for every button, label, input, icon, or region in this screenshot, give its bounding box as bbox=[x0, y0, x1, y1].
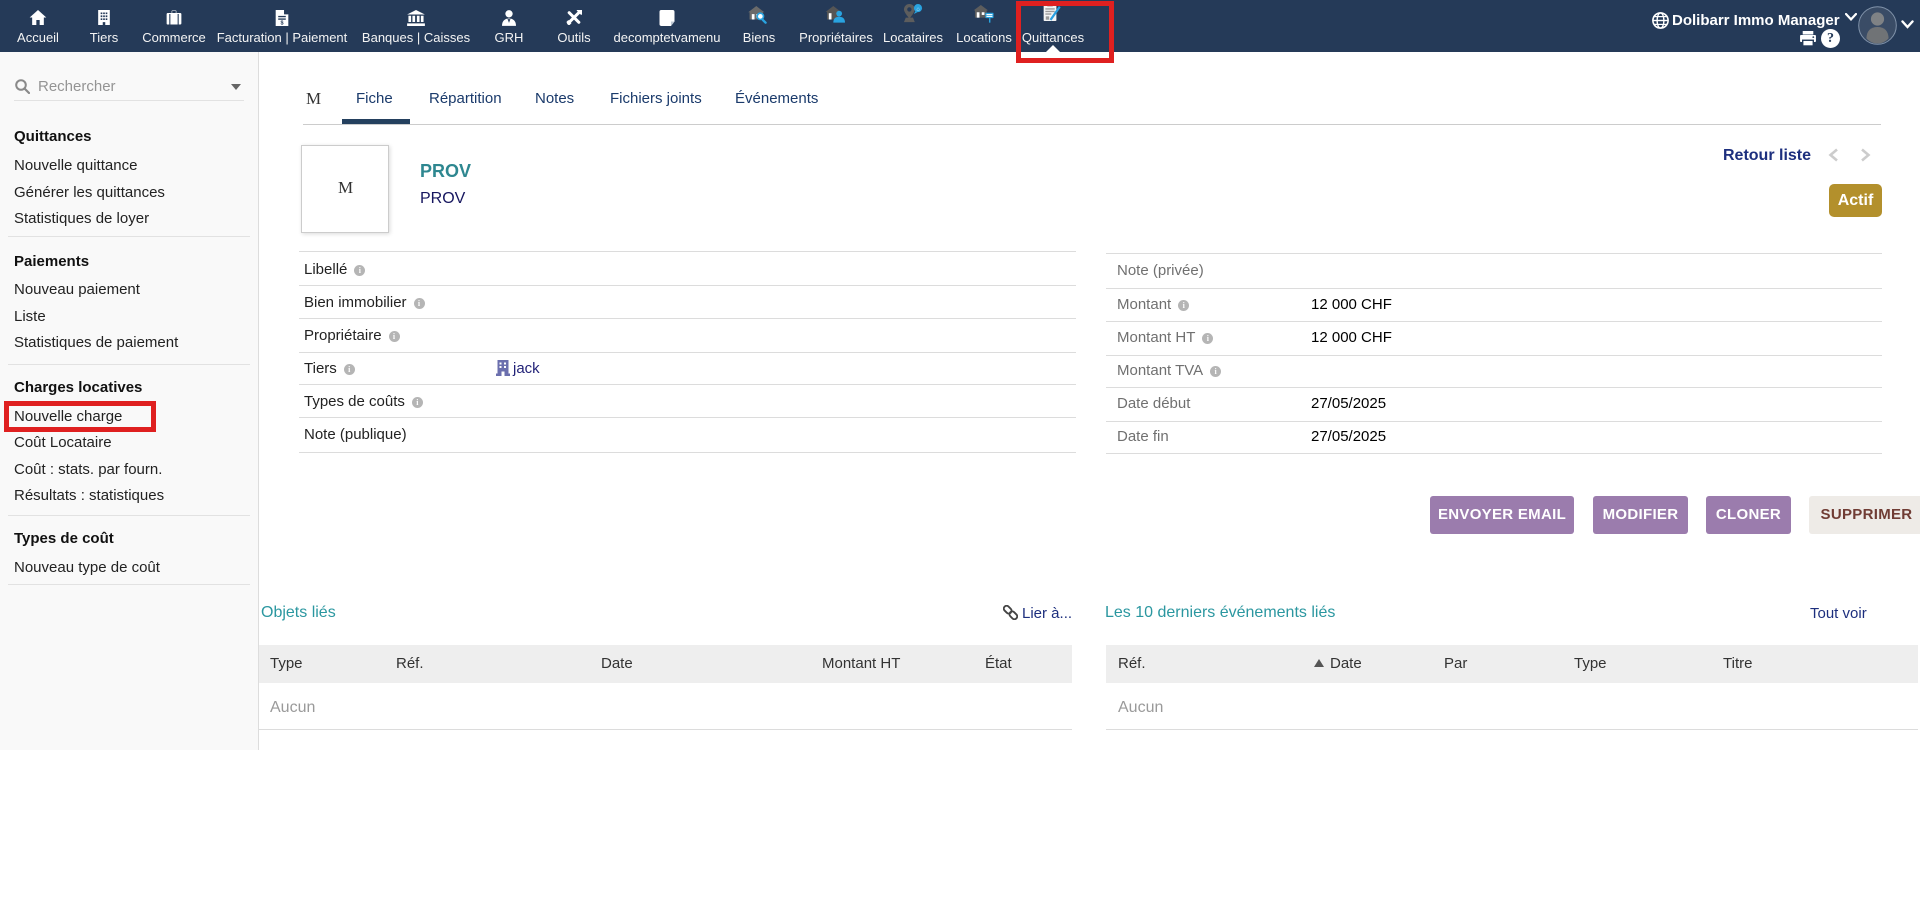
svg-text:$: $ bbox=[280, 20, 283, 26]
svg-text:⌂: ⌂ bbox=[916, 6, 919, 12]
